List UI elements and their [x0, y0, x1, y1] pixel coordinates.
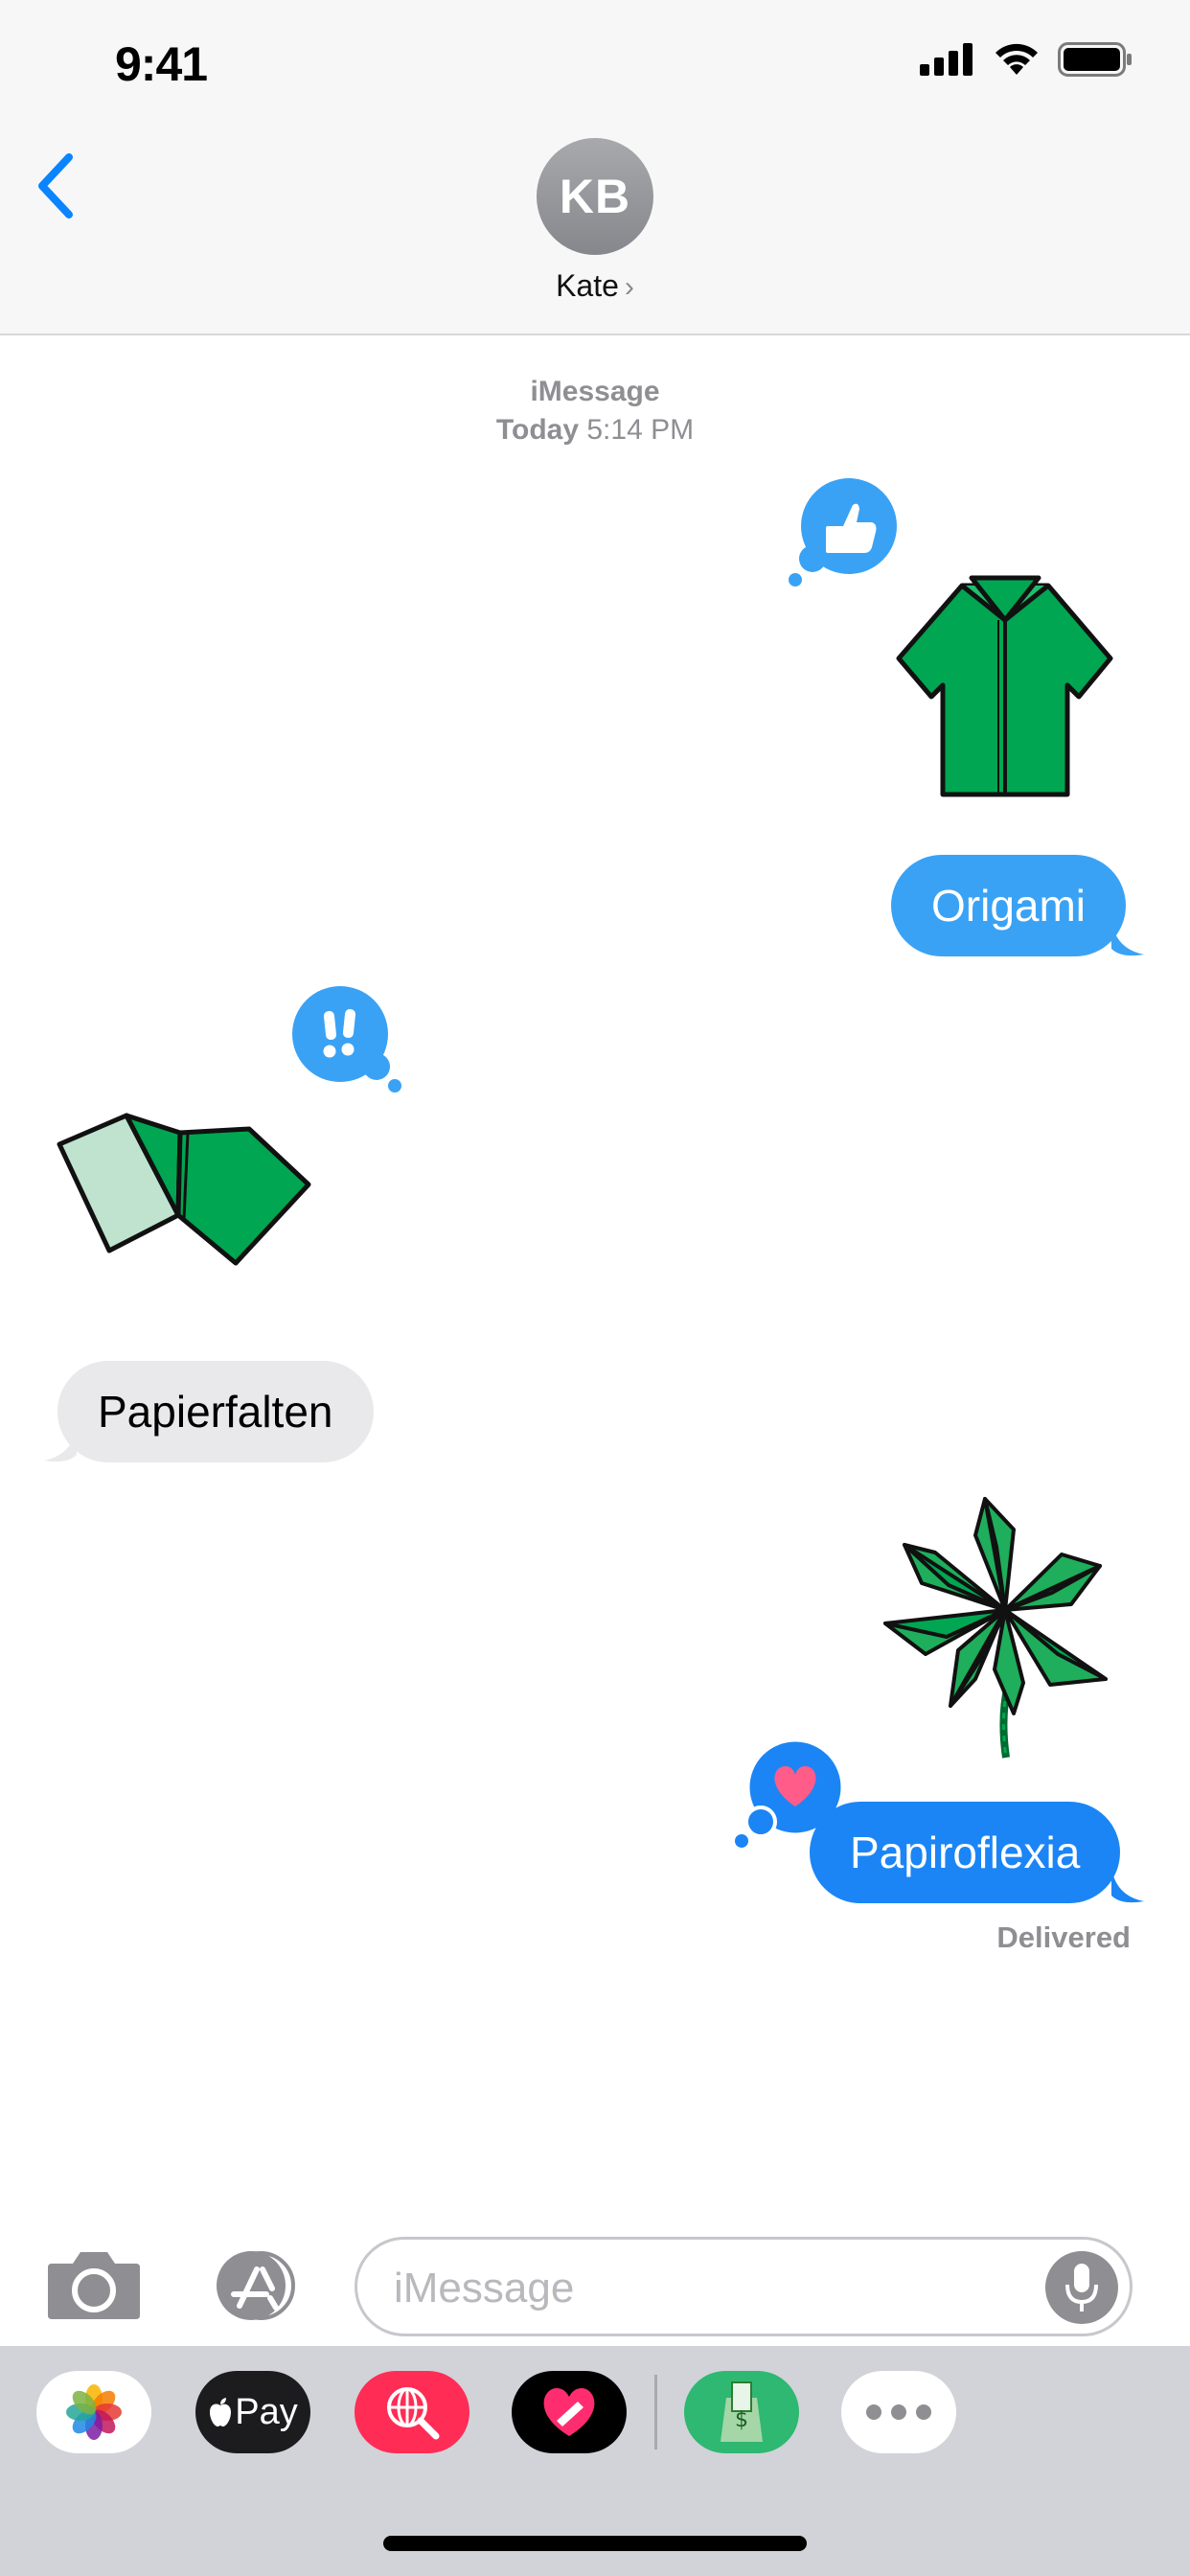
service-label: iMessage [530, 376, 660, 407]
delivery-status: Delivered [996, 1920, 1131, 1954]
origami-palm-tree-sticker[interactable] [880, 1497, 1131, 1761]
exclamation-tapback-icon[interactable] [290, 984, 405, 1097]
more-icon [866, 2404, 931, 2420]
apple-pay-app-button[interactable]: Pay [195, 2371, 310, 2453]
thumbs-up-tapback-icon[interactable] [784, 476, 899, 589]
photos-icon [66, 2384, 122, 2440]
globe-search-icon [387, 2387, 440, 2440]
digital-touch-app-button[interactable] [512, 2371, 627, 2453]
chevron-right-icon: › [624, 271, 634, 303]
more-apps-button[interactable] [841, 2371, 956, 2453]
bubble-tail [1111, 920, 1144, 956]
photos-app-button[interactable] [36, 2371, 151, 2453]
message-text: Papierfalten [98, 1387, 333, 1437]
timestamp-day: Today [495, 414, 580, 446]
chevron-left-icon [38, 153, 73, 218]
status-time: 9:41 [115, 37, 208, 91]
camera-icon [48, 2252, 140, 2319]
app-drawer-divider [654, 2375, 657, 2450]
timestamp-time: 5:14 PM [586, 414, 695, 446]
money-bag-icon: $ [721, 2381, 763, 2442]
microphone-icon [1065, 2264, 1098, 2312]
web-images-app-button[interactable] [355, 2371, 469, 2453]
message-text: Origami [931, 881, 1087, 931]
message-text: Papiroflexia [850, 1828, 1081, 1877]
bubble-tail [44, 1426, 77, 1462]
bubble-tail [1111, 1867, 1144, 1903]
digital-touch-icon [543, 2388, 595, 2436]
app-store-icon [217, 2251, 295, 2320]
conversation-timestamp: Today 5:14 PM [0, 414, 1190, 447]
apple-logo-icon [210, 2398, 232, 2426]
contact-name-label: Kate [556, 268, 619, 303]
contact-avatar[interactable]: KB [537, 138, 653, 255]
status-icons [920, 40, 1133, 79]
conversation-service: iMessage [0, 376, 1190, 408]
dictation-button[interactable] [1045, 2251, 1118, 2324]
money-stickers-app-button[interactable]: $ [684, 2371, 799, 2453]
camera-button[interactable] [44, 2246, 144, 2321]
svg-text:$: $ [735, 2408, 748, 2432]
message-input-placeholder: iMessage [394, 2265, 575, 2312]
outgoing-message-bubble[interactable]: Origami [891, 855, 1127, 956]
contact-name[interactable]: Kate › [0, 268, 1190, 304]
origami-shirt-sticker[interactable] [895, 572, 1115, 797]
cellular-signal-icon [920, 43, 973, 76]
incoming-message-bubble[interactable]: Papierfalten [57, 1361, 374, 1462]
apple-pay-label: Pay [235, 2391, 298, 2432]
battery-icon [1058, 42, 1132, 77]
origami-folded-paper-sticker[interactable] [54, 1112, 314, 1269]
outgoing-message-bubble[interactable]: Papiroflexia [810, 1802, 1121, 1903]
app-store-button[interactable] [201, 2248, 307, 2323]
back-button[interactable] [33, 150, 80, 222]
home-indicator[interactable] [383, 2536, 807, 2551]
wifi-icon [995, 43, 1038, 75]
message-input[interactable]: iMessage [355, 2237, 1133, 2336]
